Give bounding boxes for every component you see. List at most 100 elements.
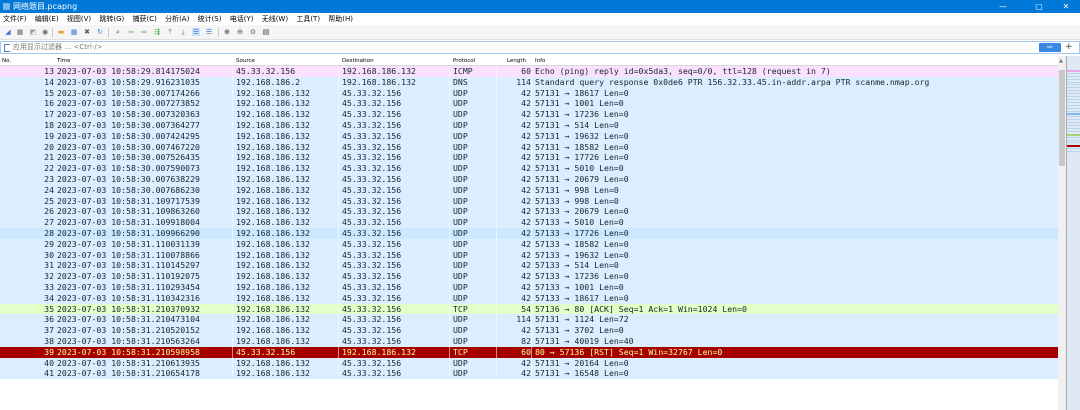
column-divider (338, 346, 339, 358)
menu-bar: 文件(F) 编辑(E) 视图(V) 跳转(G) 捕获(C) 分析(A) 统计(S… (0, 13, 1080, 25)
zoom-normal-icon[interactable]: ⊙ (249, 28, 257, 36)
resize-columns-icon[interactable]: ▤ (262, 28, 270, 36)
column-divider (449, 228, 450, 239)
packet-row[interactable]: 29 2023-07-03 10:58:31.110031139 192.168.1… (0, 238, 1058, 250)
menu-tools[interactable]: 工具(T) (293, 13, 323, 25)
column-divider (496, 271, 497, 282)
packet-row[interactable]: 32 2023-07-03 10:58:31.110192075 192.168.1… (0, 271, 1058, 282)
column-divider (496, 368, 497, 380)
packet-row[interactable]: 40 2023-07-03 10:58:31.210613935 192.168.1… (0, 357, 1058, 369)
go-to-packet-icon[interactable]: ⇶ (153, 28, 161, 36)
packet-no: 34 (44, 292, 54, 303)
close-file-icon[interactable]: ✖ (83, 28, 91, 36)
packet-row[interactable]: 36 2023-07-03 10:58:31.210473104 192.168.1… (0, 314, 1058, 326)
column-header-source[interactable]: Source (236, 56, 255, 66)
packet-row[interactable]: 14 2023-07-03 10:58:29.916231035 192.168.1… (0, 76, 1058, 88)
column-divider (531, 292, 532, 304)
packet-length: 82 (521, 336, 531, 346)
go-back-icon[interactable]: ⇦ (127, 28, 135, 36)
menu-wireless[interactable]: 无线(W) (259, 13, 291, 25)
column-header-no[interactable]: No. (2, 56, 11, 66)
menu-telephony[interactable]: 电话(Y) (227, 13, 257, 25)
column-divider (496, 120, 497, 131)
open-file-icon[interactable]: ▬ (57, 28, 65, 36)
packet-row[interactable]: 31 2023-07-03 10:58:31.110145297 192.168.1… (0, 260, 1058, 272)
menu-help[interactable]: 帮助(H) (325, 13, 356, 25)
column-divider (232, 271, 233, 282)
menu-capture[interactable]: 捕获(C) (129, 13, 159, 25)
packet-row[interactable]: 28 2023-07-03 10:58:31.109966290 192.168.1… (0, 228, 1058, 239)
packet-row[interactable]: 16 2023-07-03 10:58:30.007273852 192.168.1… (0, 98, 1058, 110)
colorize-icon[interactable]: ☰ (205, 28, 213, 36)
packet-no: 39 (44, 346, 54, 357)
menu-go[interactable]: 跳转(G) (96, 13, 127, 25)
packet-row[interactable]: 19 2023-07-03 10:58:30.007424295 192.168.1… (0, 130, 1058, 142)
minimap-marker (1067, 136, 1080, 138)
packet-row[interactable]: 17 2023-07-03 10:58:30.007320363 192.168.1… (0, 109, 1058, 120)
restart-capture-icon[interactable]: ◩ (29, 28, 37, 36)
display-filter-input[interactable]: 应用显示过滤器 … <Ctrl-/> (13, 42, 103, 53)
column-divider (338, 152, 339, 164)
packet-no: 27 (44, 217, 54, 228)
scrollbar-thumb[interactable] (1059, 70, 1065, 166)
packet-row[interactable]: 25 2023-07-03 10:58:31.109717539 192.168.1… (0, 195, 1058, 207)
packet-row[interactable]: 13 2023-07-03 10:58:29.814175024 45.33.32.… (0, 66, 1058, 77)
reload-icon[interactable]: ↻ (96, 28, 104, 36)
packet-row[interactable]: 30 2023-07-03 10:58:31.110078866 192.168.1… (0, 249, 1058, 261)
column-divider (531, 174, 532, 185)
save-file-icon[interactable]: ▦ (70, 28, 78, 36)
column-header-destination[interactable]: Destination (342, 56, 374, 66)
packet-row[interactable]: 26 2023-07-03 10:58:31.109863260 192.168.1… (0, 206, 1058, 218)
find-packet-icon[interactable]: ⌕ (114, 28, 122, 36)
packet-row[interactable]: 15 2023-07-03 10:58:30.007174266 192.168.1… (0, 87, 1058, 99)
packet-row[interactable]: 22 2023-07-03 10:58:30.007590073 192.168.1… (0, 163, 1058, 174)
packet-row[interactable]: 37 2023-07-03 10:58:31.210520152 192.168.1… (0, 325, 1058, 336)
menu-analyze[interactable]: 分析(A) (162, 13, 192, 25)
menu-edit[interactable]: 编辑(E) (32, 13, 62, 25)
start-capture-icon[interactable]: ◢ (4, 28, 12, 36)
packet-row[interactable]: 34 2023-07-03 10:58:31.110342316 192.168.1… (0, 292, 1058, 304)
menu-view[interactable]: 视图(V) (64, 13, 94, 25)
column-divider (531, 130, 532, 142)
menu-file[interactable]: 文件(F) (0, 13, 30, 25)
packet-proto: UDP (453, 282, 468, 292)
packet-row[interactable]: 24 2023-07-03 10:58:30.007686230 192.168.1… (0, 184, 1058, 196)
packet-proto: ICMP (453, 66, 473, 76)
packet-list-scrollbar[interactable]: ▲ (1058, 56, 1066, 410)
packet-row[interactable]: 39 2023-07-03 10:58:31.210598958 45.33.32.… (0, 346, 1058, 358)
go-forward-icon[interactable]: ⇨ (140, 28, 148, 36)
close-button[interactable]: ✕ (1053, 0, 1079, 13)
packet-row[interactable]: 27 2023-07-03 10:58:31.109918004 192.168.1… (0, 217, 1058, 228)
zoom-in-icon[interactable]: ⊕ (223, 28, 231, 36)
menu-statistics[interactable]: 统计(S) (195, 13, 225, 25)
column-header-length[interactable]: Length (507, 56, 526, 66)
column-header-info[interactable]: Info (535, 56, 545, 66)
apply-filter-button[interactable]: ⇨ (1039, 43, 1061, 52)
autoscroll-icon[interactable]: ☰ (192, 28, 200, 36)
bookmark-icon[interactable] (4, 44, 10, 52)
column-header-protocol[interactable]: Protocol (453, 56, 475, 66)
packet-row[interactable]: 38 2023-07-03 10:58:31.210563264 192.168.1… (0, 336, 1058, 347)
column-divider (496, 109, 497, 120)
packet-row[interactable]: 35 2023-07-03 10:58:31.210370932 192.168.1… (0, 303, 1058, 315)
packet-row[interactable]: 41 2023-07-03 10:58:31.210654178 192.168.1… (0, 368, 1058, 380)
packet-row[interactable]: 20 2023-07-03 10:58:30.007467220 192.168.1… (0, 141, 1058, 153)
packet-src: 192.168.186.132 (236, 325, 310, 336)
minimize-button[interactable]: — (990, 0, 1016, 13)
maximize-button[interactable]: ▢ (1026, 0, 1052, 13)
go-last-icon[interactable]: ⤓ (179, 28, 187, 36)
packet-row[interactable]: 23 2023-07-03 10:58:30.007638229 192.168.1… (0, 174, 1058, 185)
capture-options-icon[interactable]: ◉ (41, 28, 49, 36)
packet-row[interactable]: 21 2023-07-03 10:58:30.007526435 192.168.1… (0, 152, 1058, 164)
packet-length: 42 (521, 292, 531, 303)
column-header-time[interactable]: Time (57, 56, 70, 66)
go-first-icon[interactable]: ⤒ (166, 28, 174, 36)
scroll-up-icon[interactable]: ▲ (1059, 58, 1063, 64)
packet-row[interactable]: 33 2023-07-03 10:58:31.110293454 192.168.1… (0, 282, 1058, 293)
stop-capture-icon[interactable]: ■ (16, 28, 24, 36)
packet-proto: UDP (453, 174, 468, 184)
packet-minimap[interactable] (1066, 56, 1080, 410)
packet-row[interactable]: 18 2023-07-03 10:58:30.007364277 192.168.1… (0, 120, 1058, 131)
add-filter-button[interactable]: + (1065, 42, 1073, 53)
zoom-out-icon[interactable]: ⊖ (236, 28, 244, 36)
